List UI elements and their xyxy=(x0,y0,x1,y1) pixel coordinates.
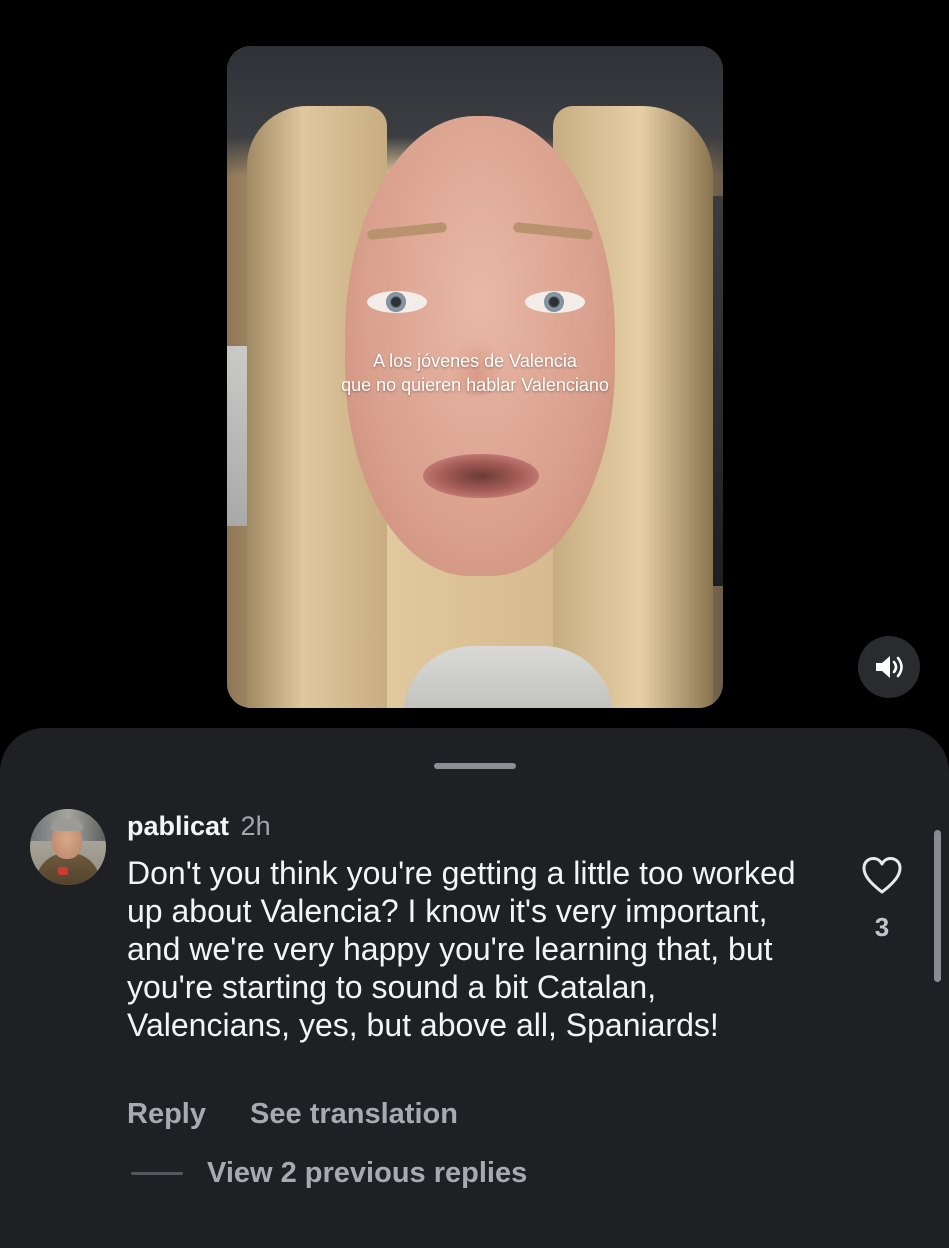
comment-actions: Reply See translation xyxy=(127,1097,458,1131)
video-player[interactable]: A los jóvenes de Valencia que no quieren… xyxy=(227,46,723,708)
avatar-hair xyxy=(51,819,83,831)
speaker-on-icon xyxy=(876,656,903,678)
replies-divider-line xyxy=(131,1171,183,1175)
comments-scrollbar[interactable] xyxy=(934,830,941,982)
see-translation-button[interactable]: See translation xyxy=(250,1098,458,1130)
comment-header: pablicat 2h xyxy=(127,810,271,842)
video-caption: A los jóvenes de Valencia que no quieren… xyxy=(227,349,723,397)
avatar[interactable] xyxy=(30,809,106,885)
view-replies-row[interactable]: View 2 previous replies xyxy=(131,1156,527,1190)
heart-outline-icon xyxy=(862,857,902,894)
avatar-pin xyxy=(58,867,68,875)
sheet-drag-handle[interactable] xyxy=(434,763,516,769)
sound-toggle-button[interactable] xyxy=(858,636,920,698)
comment-timestamp: 2h xyxy=(240,811,271,841)
reply-button[interactable]: Reply xyxy=(127,1098,206,1130)
like-count: 3 xyxy=(874,912,890,942)
comment-username[interactable]: pablicat xyxy=(127,811,229,841)
top-partial-glyph xyxy=(40,0,80,4)
left-eye xyxy=(367,291,427,313)
video-caption-line-2: que no quieren hablar Valenciano xyxy=(341,375,609,395)
comments-sheet: pablicat 2h Don't you think you're getti… xyxy=(0,728,949,1248)
comment-text: Don't you think you're getting a little … xyxy=(127,855,796,1043)
like-button[interactable] xyxy=(861,856,903,896)
view-previous-replies-button[interactable]: View 2 previous replies xyxy=(207,1156,527,1190)
video-caption-line-1: A los jóvenes de Valencia xyxy=(373,351,577,371)
right-eye xyxy=(525,291,585,313)
mouth xyxy=(423,454,539,498)
